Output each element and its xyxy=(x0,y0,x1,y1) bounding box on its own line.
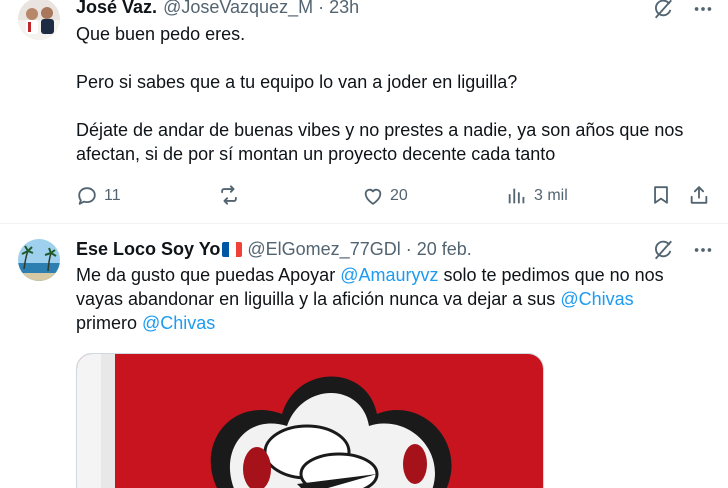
timestamp[interactable]: 23h xyxy=(329,0,359,18)
reply-button[interactable]: 11 xyxy=(76,184,121,208)
tweet-paragraph: Que buen pedo eres. xyxy=(76,24,246,44)
tweet-paragraph: Déjate de andar de buenas vibes y no pre… xyxy=(76,120,684,164)
author-name[interactable]: Ese Loco Soy Yo xyxy=(76,238,220,260)
separator-dot: · xyxy=(405,239,412,259)
more-icon[interactable] xyxy=(692,0,714,20)
repost-button[interactable] xyxy=(218,184,246,206)
tweet-header: Ese Loco Soy Yo @ElGomez_77GDl · 20 feb. xyxy=(76,238,472,260)
mention-link[interactable]: @Chivas xyxy=(142,313,215,333)
flag-stripe xyxy=(222,242,230,257)
text-segment: Me da gusto que puedas Apoyar xyxy=(76,265,341,285)
flag-stripe xyxy=(235,242,243,257)
flag-stripe xyxy=(229,242,236,257)
author-handle[interactable]: @ElGomez_77GDl xyxy=(247,238,400,260)
tweet-media-image[interactable] xyxy=(76,353,544,488)
heart-icon xyxy=(362,185,384,207)
views-button[interactable]: 3 mil xyxy=(506,184,568,208)
more-icon[interactable] xyxy=(692,239,714,261)
author-name[interactable]: José Vaz. xyxy=(76,0,157,18)
avatar[interactable] xyxy=(18,0,60,40)
mention-link[interactable]: @Amauryvz xyxy=(340,265,438,285)
views-icon xyxy=(506,185,528,207)
grok-icon[interactable] xyxy=(652,239,674,261)
bookmark-button[interactable] xyxy=(650,184,672,206)
grok-icon[interactable] xyxy=(652,0,674,20)
tweet-text: Que buen pedo eres. Pero si sabes que a … xyxy=(76,22,696,166)
share-button[interactable] xyxy=(688,184,710,206)
repost-icon xyxy=(218,184,240,206)
text-segment: primero xyxy=(76,313,143,333)
media-illustration xyxy=(77,354,543,488)
tweet-actions-bar: 11 20 3 mil xyxy=(76,184,712,208)
like-count: 20 xyxy=(390,187,408,204)
reply-count: 11 xyxy=(104,187,121,204)
like-button[interactable]: 20 xyxy=(362,184,408,208)
tweet-top-actions xyxy=(652,0,714,20)
flag-icon xyxy=(222,242,243,257)
share-icon xyxy=(688,184,710,206)
author-handle[interactable]: @JoseVazquez_M xyxy=(163,0,313,18)
mention-link[interactable]: @Chivas xyxy=(560,289,633,309)
separator-dot: · xyxy=(318,0,325,17)
tweet-top-actions xyxy=(652,239,714,261)
reply-icon xyxy=(76,185,98,207)
bookmark-icon xyxy=(650,184,672,206)
tweet[interactable]: Ese Loco Soy Yo @ElGomez_77GDl · 20 feb.… xyxy=(0,225,728,488)
tweet-text: Me da gusto que puedas Apoyar @Amauryvz … xyxy=(76,263,696,335)
views-count: 3 mil xyxy=(534,187,568,204)
avatar[interactable] xyxy=(18,239,60,281)
tweet[interactable]: José Vaz. @JoseVazquez_M · 23h Que buen … xyxy=(0,0,728,224)
timestamp[interactable]: 20 feb. xyxy=(417,238,472,260)
tweet-paragraph: Pero si sabes que a tu equipo lo van a j… xyxy=(76,72,518,92)
tweet-header: José Vaz. @JoseVazquez_M · 23h xyxy=(76,0,359,18)
